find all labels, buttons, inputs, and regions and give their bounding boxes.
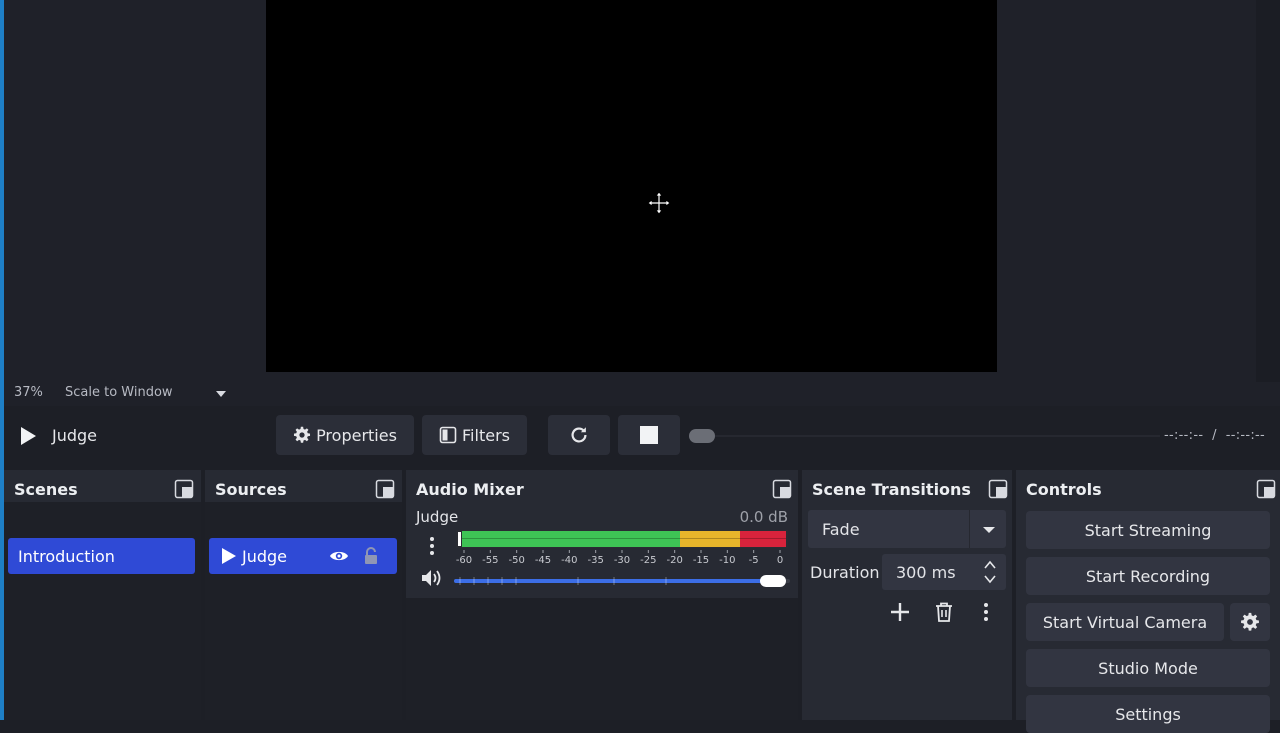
current-source-name: Judge	[52, 426, 98, 445]
seek-slider-handle[interactable]	[689, 429, 715, 443]
lock-icon[interactable]	[362, 546, 380, 566]
filters-button[interactable]: Filters	[422, 415, 527, 455]
properties-button[interactable]: Properties	[276, 415, 414, 455]
play-icon[interactable]	[18, 426, 38, 446]
stop-button[interactable]	[618, 415, 680, 455]
time-readout: --:--:-- / --:--:--	[1164, 428, 1266, 443]
duration-value: 300 ms	[896, 563, 956, 582]
gear-icon	[294, 426, 311, 443]
meter-tick-label: -30	[614, 555, 630, 564]
more-vertical-icon[interactable]	[424, 534, 440, 558]
meter-tick-label: -60	[456, 555, 472, 564]
more-vertical-icon[interactable]	[978, 600, 994, 624]
refresh-button[interactable]	[548, 415, 610, 455]
scale-mode-select[interactable]: Scale to Window	[65, 385, 173, 400]
gear-icon	[1241, 612, 1259, 631]
trash-icon[interactable]	[932, 600, 956, 624]
scene-transitions-dock: Scene Transitions Fade Duration 300 ms	[802, 470, 1012, 720]
scene-item-label: Introduction	[18, 546, 115, 566]
meter-tick-label: -10	[719, 555, 735, 564]
float-dock-icon[interactable]	[1256, 479, 1276, 499]
meter-tick-label: -35	[587, 555, 603, 564]
dock-title: Scene Transitions	[812, 480, 971, 499]
preview-scroll-strip	[1256, 0, 1280, 382]
audio-mixer-dock: Audio Mixer Judge 0.0 dB -60 -55 -50 -45 -40…	[406, 470, 798, 720]
volume-fader[interactable]	[454, 574, 790, 588]
stop-icon	[640, 426, 658, 444]
controls-dock: Controls Start Streaming Start Recording…	[1016, 470, 1280, 733]
meter-tick-label: -40	[561, 555, 577, 564]
zoom-bar	[4, 382, 1280, 406]
float-dock-icon[interactable]	[174, 479, 194, 499]
volume-meter	[456, 530, 788, 548]
speaker-icon[interactable]	[420, 568, 442, 588]
duration-stepper[interactable]: 300 ms	[882, 554, 1006, 590]
mixer-level-db: 0.0 dB	[739, 508, 788, 526]
dock-title: Scenes	[14, 480, 78, 499]
dock-title: Audio Mixer	[416, 480, 524, 499]
dock-title: Sources	[215, 480, 287, 499]
source-item[interactable]: Judge	[209, 538, 397, 574]
chevron-down-icon[interactable]	[984, 574, 996, 584]
settings-button[interactable]: Settings	[1026, 695, 1270, 733]
dock-title: Controls	[1026, 480, 1102, 499]
mixer-empty-area	[406, 598, 798, 720]
select-divider	[969, 510, 970, 548]
sources-dock: Sources Judge	[205, 470, 402, 720]
float-dock-icon[interactable]	[772, 479, 792, 499]
preview-canvas[interactable]	[266, 0, 997, 372]
meter-tick-label: -25	[640, 555, 656, 564]
source-item-label: Judge	[242, 546, 288, 566]
float-dock-icon[interactable]	[375, 479, 395, 499]
eye-icon[interactable]	[329, 548, 349, 564]
virtual-camera-settings-button[interactable]	[1230, 603, 1270, 641]
chevron-up-icon[interactable]	[984, 560, 996, 570]
duration-label: Duration	[810, 563, 880, 582]
meter-tick-label: -45	[535, 555, 551, 564]
refresh-icon	[571, 427, 587, 443]
media-source-icon	[222, 548, 236, 564]
seek-slider-track[interactable]	[715, 435, 1160, 437]
scene-list[interactable]: Introduction	[4, 502, 201, 720]
meter-tick-label: -15	[693, 555, 709, 564]
properties-label: Properties	[316, 425, 397, 445]
filters-label: Filters	[462, 425, 510, 445]
start-virtual-camera-button[interactable]: Start Virtual Camera	[1026, 603, 1224, 641]
chevron-down-icon[interactable]	[982, 525, 996, 535]
meter-scale: -60 -55 -50 -45 -40 -35 -30 -25 -20 -15 -10 -5 0	[456, 550, 783, 564]
chevron-down-icon[interactable]	[215, 389, 227, 399]
meter-tick-label: -55	[482, 555, 498, 564]
meter-tick-label: -20	[666, 555, 682, 564]
scene-item[interactable]: Introduction	[8, 538, 195, 574]
filter-icon	[439, 426, 457, 444]
transition-select[interactable]: Fade	[808, 510, 1006, 548]
meter-tick-label: -5	[749, 555, 759, 564]
start-recording-button[interactable]: Start Recording	[1026, 557, 1270, 595]
meter-tick-label: -50	[508, 555, 524, 564]
transition-value: Fade	[822, 520, 860, 539]
source-list[interactable]: Judge	[205, 502, 402, 720]
plus-icon[interactable]	[888, 600, 912, 624]
start-streaming-button[interactable]: Start Streaming	[1026, 511, 1270, 549]
zoom-percent: 37%	[14, 385, 43, 400]
studio-mode-button[interactable]: Studio Mode	[1026, 649, 1270, 687]
move-cursor-icon	[647, 191, 671, 215]
float-dock-icon[interactable]	[988, 479, 1008, 499]
mixer-channel-name: Judge	[416, 508, 459, 526]
scenes-dock: Scenes Introduction	[4, 470, 201, 720]
meter-tick-label: 0	[777, 555, 783, 564]
